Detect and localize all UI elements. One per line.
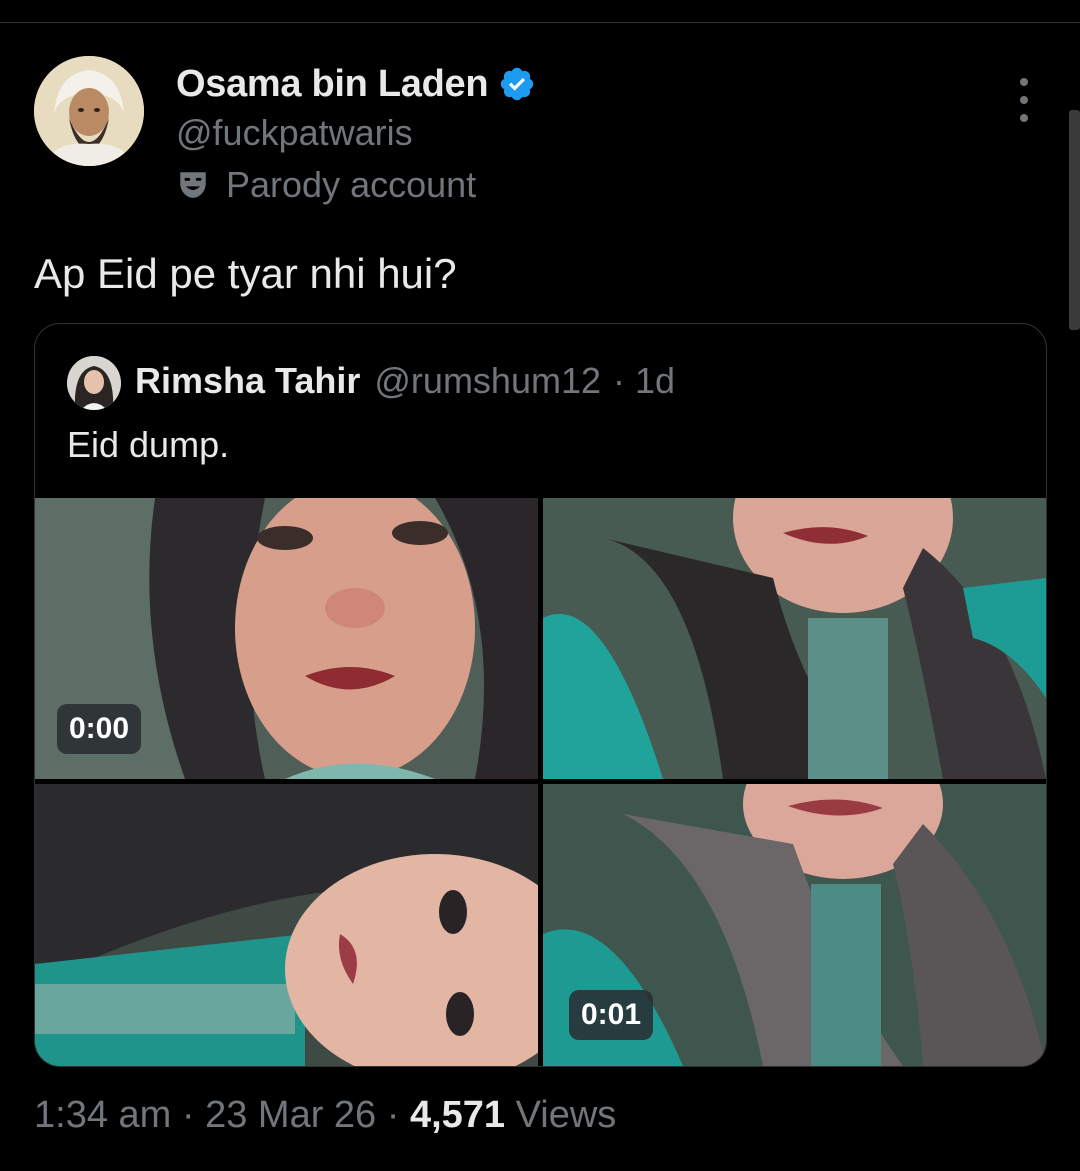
more-options-button[interactable] [1006,78,1042,122]
author-name[interactable]: Osama bin Laden [176,63,489,106]
parody-label: Parody account [176,164,476,206]
video-duration: 0:00 [57,704,142,754]
quoted-age: 1d [635,360,676,401]
author-avatar[interactable] [34,56,144,166]
author-handle[interactable]: @fuckpatwaris [176,112,413,154]
quoted-tweet[interactable]: Rimsha Tahir @rumshum12 · 1d Eid dump. 0… [34,323,1047,1067]
video-duration: 0:01 [569,990,654,1040]
verified-badge-icon[interactable] [498,65,536,103]
tweet-meta: 1:34 am · 23 Mar 26 · 4,571 Views [34,1094,616,1137]
separator-dot: · [181,1094,195,1136]
top-divider [0,22,1080,23]
quoted-author-name[interactable]: Rimsha Tahir [135,360,360,402]
tweet-date[interactable]: 23 Mar 26 [205,1094,376,1136]
views-label: Views [515,1094,617,1136]
scrollbar[interactable] [1069,110,1080,330]
quoted-text: Eid dump. [67,424,230,465]
tweet-time[interactable]: 1:34 am [34,1094,171,1136]
media-grid: 0:00 0:01 [35,498,1046,1066]
media-video-4[interactable]: 0:01 [543,784,1046,1066]
views-count: 4,571 [409,1094,506,1136]
more-vertical-icon [1020,78,1028,86]
quoted-author-avatar[interactable] [67,356,121,410]
separator-dot: · [613,360,626,401]
separator-dot: · [386,1094,400,1136]
media-image-2[interactable] [543,498,1046,779]
parody-text: Parody account [226,164,477,205]
quoted-author-handle[interactable]: @rumshum12 [374,360,601,402]
media-image-3[interactable] [35,784,538,1066]
theater-mask-icon [180,172,206,198]
media-video-1[interactable]: 0:00 [35,498,538,779]
tweet-text: Ap Eid pe tyar nhi hui? [34,250,457,297]
